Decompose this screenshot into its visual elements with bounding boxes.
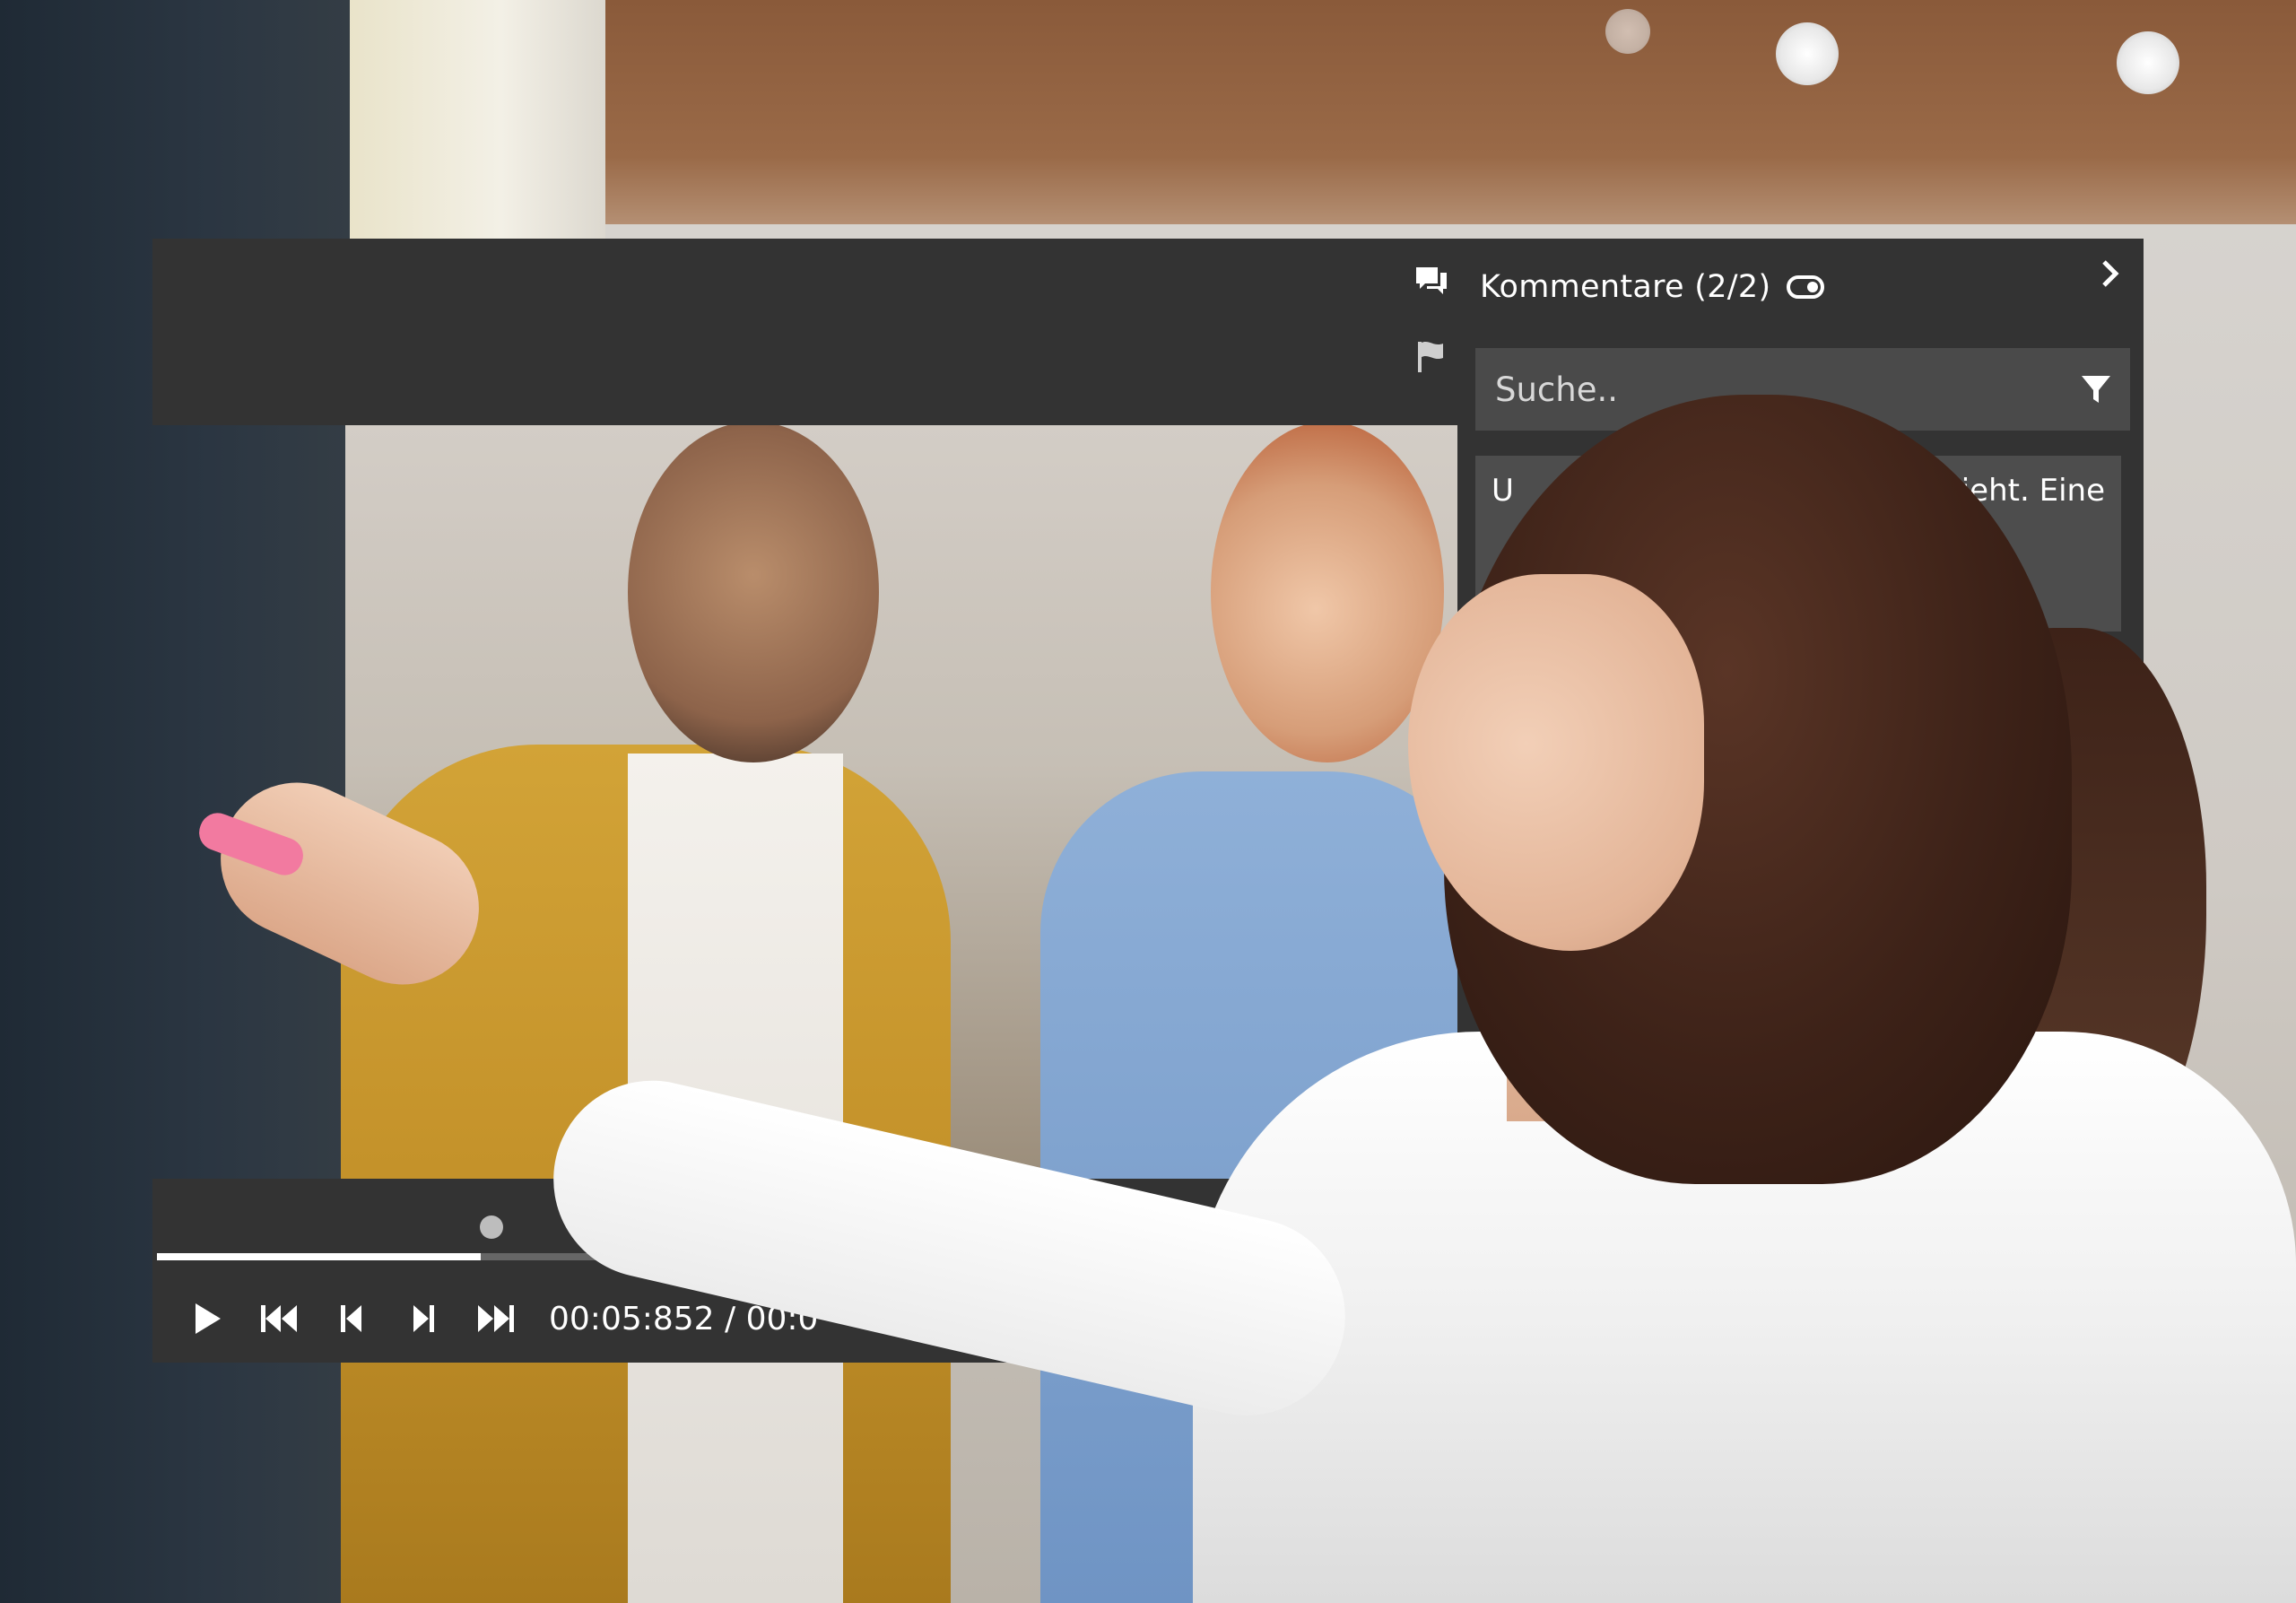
skip-to-start-button[interactable] xyxy=(244,1292,316,1346)
comment-text-start: U xyxy=(1492,473,1514,509)
ceiling-lamp xyxy=(1605,9,1650,54)
background-ceiling xyxy=(574,0,2296,224)
skip-to-start-icon xyxy=(261,1305,297,1332)
flag-icon[interactable] xyxy=(1413,337,1450,375)
next-frame-icon xyxy=(413,1305,434,1332)
ceiling-lamp xyxy=(2117,31,2179,94)
comment-text-end: bezieht. Eine xyxy=(1907,473,2105,509)
side-toolbar xyxy=(1404,239,1457,425)
progress-fill xyxy=(157,1253,482,1260)
playback-controls: 00:05:852 / 00:0 xyxy=(172,1286,818,1351)
scrub-handle[interactable] xyxy=(480,1215,503,1239)
comments-toggle[interactable] xyxy=(1787,275,1825,299)
collapse-panel-button[interactable] xyxy=(2097,258,2124,294)
player-top-bar xyxy=(152,239,1457,425)
chevron-right-icon xyxy=(2102,260,2119,287)
search-box xyxy=(1475,348,2130,431)
skip-to-end-button[interactable] xyxy=(459,1292,531,1346)
comments-header: Kommentare (2/2) xyxy=(1480,260,1825,314)
player-controls-bar: 00:05:852 / 00:0 xyxy=(152,1179,1457,1363)
comments-title: Kommentare (2/2) xyxy=(1480,269,1771,305)
comments-icon[interactable] xyxy=(1413,262,1450,300)
person-head xyxy=(1211,422,1444,762)
previous-frame-icon xyxy=(341,1305,361,1332)
search-input[interactable] xyxy=(1493,362,2069,417)
comment-date: 30 xyxy=(1590,951,1625,982)
ceiling-lamp xyxy=(1776,22,1839,85)
next-frame-button[interactable] xyxy=(387,1292,459,1346)
skip-to-end-icon xyxy=(478,1305,514,1332)
comments-panel: Kommentare (2/2) U bezieht. Eine oll. 30… xyxy=(1457,239,2144,1315)
play-icon xyxy=(196,1303,221,1334)
comment-text-line: oll. xyxy=(1916,518,1961,553)
progress-bar[interactable] xyxy=(157,1253,1453,1260)
avatar xyxy=(1502,920,1570,989)
person-head xyxy=(628,422,879,762)
time-display: 00:05:852 / 00:0 xyxy=(549,1300,819,1337)
comment-text-line: U bezieht. Eine xyxy=(1492,468,2105,513)
filter-icon[interactable] xyxy=(2069,362,2123,416)
comment-text: Ich glaube xyxy=(1502,1006,1666,1042)
previous-frame-button[interactable] xyxy=(316,1292,387,1346)
play-button[interactable] xyxy=(172,1292,244,1346)
comment-card[interactable]: U bezieht. Eine oll. xyxy=(1475,456,2121,632)
